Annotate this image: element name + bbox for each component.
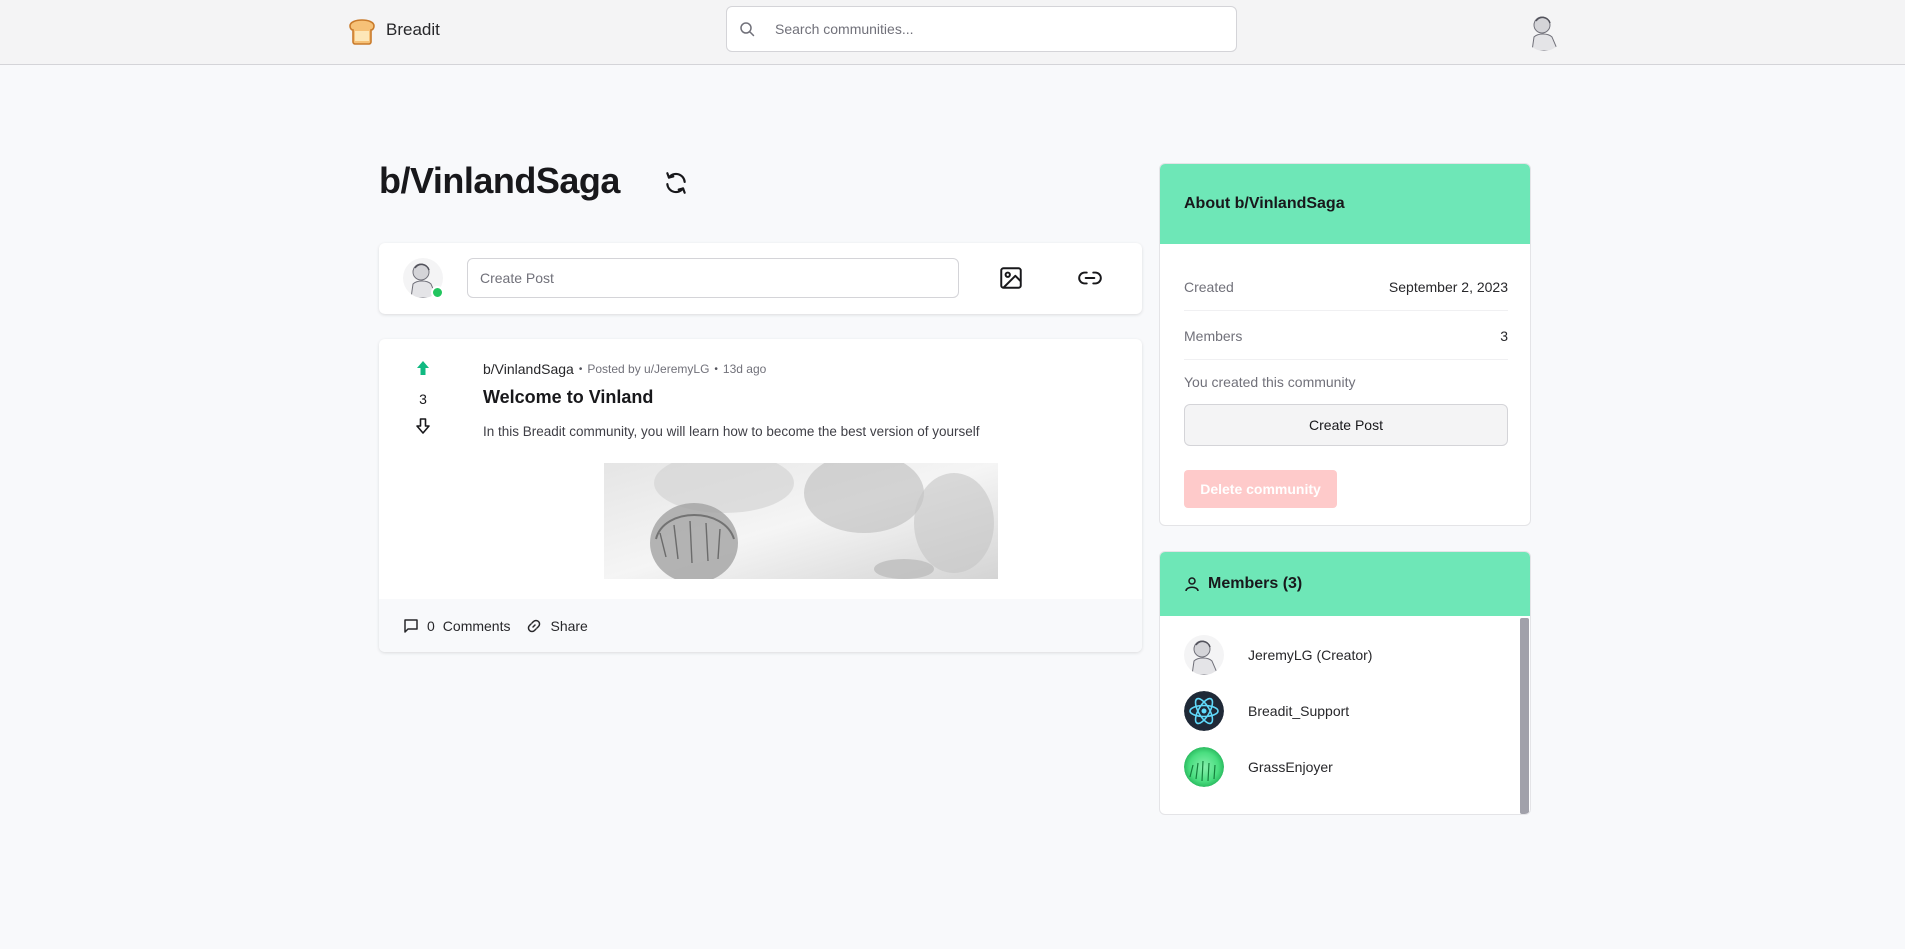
comments-label: Comments: [442, 617, 511, 634]
about-value: 3: [1500, 327, 1508, 344]
post-time: 13d ago: [722, 362, 767, 376]
image-icon[interactable]: [998, 265, 1024, 291]
share-label: Share: [550, 617, 588, 634]
members-card: Members (3) JeremyLG (Creator) Breadit_S…: [1159, 551, 1531, 815]
member-name: JeremyLG (Creator): [1248, 647, 1373, 663]
upvote-icon[interactable]: [415, 359, 431, 377]
member-avatar-image: [1184, 635, 1224, 675]
react-logo-icon: [1184, 691, 1224, 731]
comment-icon: [404, 618, 418, 633]
share-link-icon: [528, 619, 541, 632]
about-key: Created: [1184, 278, 1234, 295]
create-post-button[interactable]: Create Post: [1184, 404, 1508, 446]
member-avatar: [1184, 635, 1224, 675]
post-title[interactable]: Welcome to Vinland: [483, 387, 653, 408]
user-avatar[interactable]: [1524, 11, 1564, 51]
create-post-avatar: [403, 258, 444, 299]
downvote-icon[interactable]: [415, 417, 431, 435]
post-author[interactable]: Posted by u/JeremyLG: [587, 362, 709, 376]
post-subreddit-link[interactable]: b/VinlandSaga: [483, 361, 574, 377]
about-title: About b/VinlandSaga: [1160, 164, 1530, 244]
user-icon: [1185, 577, 1199, 592]
post-body: In this Breadit community, you will lear…: [483, 424, 980, 439]
about-key: Members: [1184, 327, 1243, 344]
comments-button[interactable]: 0 Comments: [403, 618, 510, 634]
online-status-dot: [431, 286, 444, 299]
creator-note: You created this community: [1184, 374, 1356, 390]
grass-avatar-image: [1184, 747, 1224, 787]
refresh-icon[interactable]: [663, 170, 689, 196]
member-avatar: [1184, 691, 1224, 731]
search-icon: [740, 22, 755, 37]
brand-link[interactable]: Breadit: [346, 14, 440, 46]
link-icon[interactable]: [1077, 265, 1103, 291]
member-item[interactable]: Breadit_Support: [1184, 690, 1484, 732]
member-avatar: [1184, 747, 1224, 787]
member-item[interactable]: GrassEnjoyer: [1184, 746, 1484, 788]
meta-separator: •: [578, 363, 583, 375]
members-scrollbar[interactable]: [1520, 618, 1529, 814]
brand-name: Breadit: [386, 20, 440, 39]
post-image: [604, 463, 998, 579]
post-footer: 0 Comments Share: [379, 599, 1142, 652]
about-row-created: Created September 2, 2023: [1184, 263, 1508, 311]
meta-separator: •: [714, 363, 718, 375]
navbar: Breadit: [0, 0, 1905, 65]
user-avatar-image: [1524, 11, 1564, 51]
search-bar[interactable]: [726, 6, 1237, 52]
member-item[interactable]: JeremyLG (Creator): [1184, 634, 1484, 676]
share-button[interactable]: Share: [526, 617, 588, 634]
member-name: GrassEnjoyer: [1248, 759, 1333, 775]
comments-count: 0: [427, 617, 435, 634]
about-card: About b/VinlandSaga Created September 2,…: [1159, 163, 1531, 526]
create-post-card: [379, 243, 1142, 314]
create-post-input[interactable]: [467, 258, 959, 298]
about-value: September 2, 2023: [1388, 278, 1508, 295]
member-name: Breadit_Support: [1248, 703, 1350, 719]
vote-column: 3: [403, 359, 443, 435]
about-row-members: Members 3: [1184, 312, 1508, 360]
post-meta: b/VinlandSaga • Posted by u/JeremyLG • 1…: [483, 361, 766, 377]
search-input[interactable]: [727, 7, 1236, 51]
delete-community-button[interactable]: Delete community: [1184, 470, 1337, 508]
vote-count: 3: [419, 391, 427, 407]
members-title: Members (3): [1208, 575, 1303, 592]
page-title: b/VinlandSaga: [379, 160, 620, 201]
members-header: Members (3): [1160, 552, 1530, 616]
post-card[interactable]: 3 b/VinlandSaga • Posted by u/JeremyLG •…: [379, 339, 1142, 652]
bread-logo-icon: [349, 19, 375, 45]
